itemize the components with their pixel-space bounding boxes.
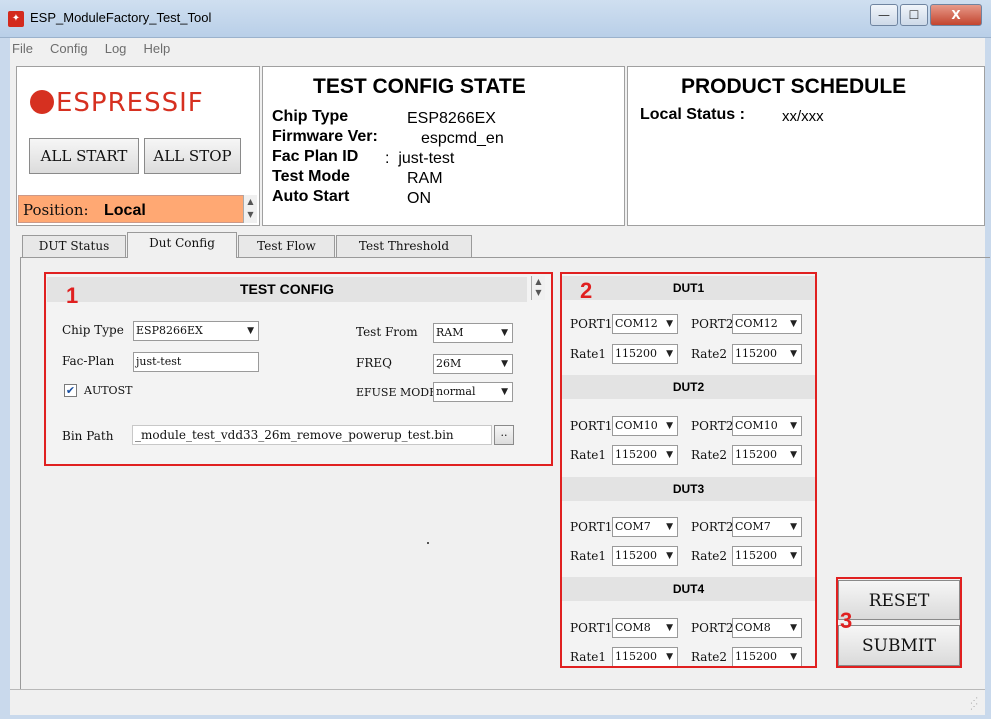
position-value: Local (104, 202, 146, 219)
fac-plan-value: : just-test (385, 150, 455, 167)
tab-dut-status[interactable]: DUT Status (22, 235, 126, 257)
test-mode-value: RAM (407, 170, 443, 187)
auto-start-key: Auto Start (272, 188, 350, 205)
window-frame-bottom (0, 715, 991, 719)
window-frame-left (0, 38, 10, 719)
test-config-state-title: TEST CONFIG STATE (313, 75, 526, 98)
annotation-box-3 (836, 577, 962, 668)
annotation-number-3: 3 (840, 608, 853, 633)
menu-config[interactable]: Config (50, 38, 88, 60)
window-title: ESP_ModuleFactory_Test_Tool (30, 10, 212, 25)
test-mode-key: Test Mode (272, 168, 350, 185)
tab-test-threshold[interactable]: Test Threshold (336, 235, 472, 257)
fac-plan-key: Fac Plan ID (272, 148, 359, 165)
annotation-box-2 (560, 272, 817, 668)
maximize-button[interactable]: ☐ (900, 4, 928, 26)
minimize-button[interactable]: — (870, 4, 898, 26)
annotation-number-1: 1 (66, 283, 79, 308)
menu-bar: File Config Log Help (10, 38, 985, 60)
annotation-box-1 (44, 272, 553, 466)
position-label: Position: (23, 201, 89, 219)
menu-help[interactable]: Help (144, 38, 171, 60)
product-schedule-title: PRODUCT SCHEDULE (681, 75, 907, 98)
espressif-logo: ESPRESSIF (30, 88, 204, 118)
logo-text: ESPRESSIF (56, 88, 204, 118)
annotation-number-2: 2 (580, 278, 593, 303)
all-stop-button[interactable]: ALL STOP (144, 138, 241, 174)
title-bar: ✦ ESP_ModuleFactory_Test_Tool — ☐ X (0, 0, 991, 38)
app-icon: ✦ (8, 11, 24, 27)
all-start-button[interactable]: ALL START (29, 138, 139, 174)
local-status-label: Local Status : (640, 106, 745, 123)
menu-file[interactable]: File (12, 38, 33, 60)
espressif-logo-icon (30, 90, 54, 114)
close-button[interactable]: X (930, 4, 982, 26)
chip-type-key: Chip Type (272, 108, 349, 125)
tab-dut-config[interactable]: Dut Config (127, 232, 237, 258)
chip-type-value: ESP8266EX (407, 110, 496, 127)
status-bar (10, 689, 985, 715)
stray-dot (427, 542, 429, 544)
resize-grip-icon[interactable]: ⋰ ⋰ (970, 697, 982, 711)
local-status-value: xx/xxx (782, 108, 824, 125)
position-field[interactable]: Position: Local (18, 195, 256, 223)
firmware-value: espcmd_en (421, 130, 504, 147)
position-spinner[interactable]: ▲ ▼ (243, 195, 257, 223)
firmware-key: Firmware Ver: (272, 128, 378, 145)
auto-start-value: ON (407, 190, 431, 207)
tab-test-flow[interactable]: Test Flow (238, 235, 335, 257)
menu-log[interactable]: Log (105, 38, 127, 60)
